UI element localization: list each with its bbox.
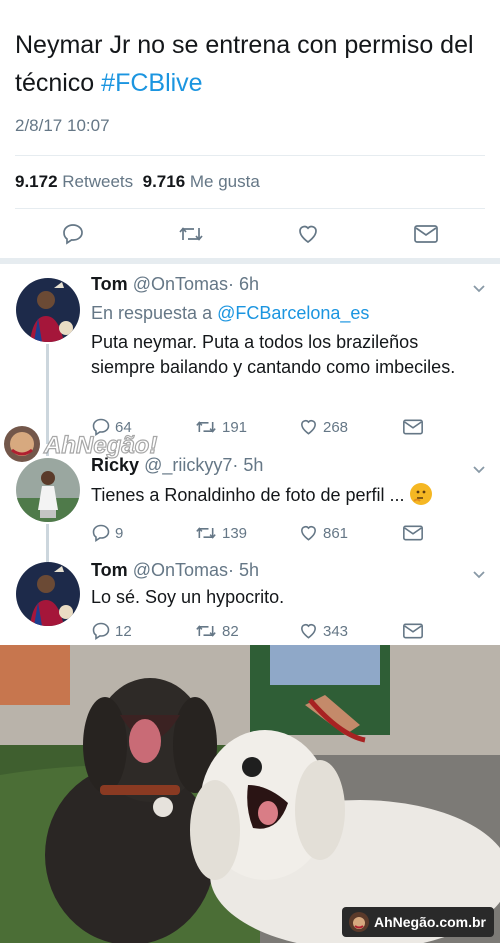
chevron-down-icon[interactable]: [472, 462, 486, 474]
retweet-button[interactable]: 82: [194, 621, 239, 641]
retweet-count: 82: [222, 622, 239, 640]
hashtag-link[interactable]: #FCBlive: [101, 69, 202, 97]
reply-count: 9: [115, 524, 124, 542]
likes-count[interactable]: 9.716: [143, 172, 186, 191]
direct-message-icon[interactable]: [413, 222, 439, 248]
retweet-icon[interactable]: [177, 222, 203, 248]
thread-line: [46, 524, 49, 552]
like-count: 861: [323, 524, 349, 542]
dm-button[interactable]: [402, 621, 424, 641]
retweet-icon: [196, 527, 216, 539]
reply-tweet: Tom @OnTomas· 5h Lo sé. Soy un hypocrito…: [0, 552, 500, 645]
mention-link[interactable]: @FCBarcelona_es: [217, 303, 369, 323]
reply-author[interactable]: Tom @OnTomas· 5h: [91, 560, 259, 581]
svg-text:AhNegão!: AhNegão!: [43, 432, 157, 459]
author-handle[interactable]: @OnTomas: [133, 560, 228, 580]
likes-label[interactable]: Me gusta: [190, 172, 260, 191]
reply-count: 12: [115, 622, 132, 640]
retweet-button[interactable]: 139: [194, 523, 247, 543]
like-button[interactable]: 343: [298, 621, 348, 641]
reply-icon: [92, 622, 110, 640]
reply-button[interactable]: 9: [91, 523, 123, 543]
heart-icon: [301, 525, 316, 541]
reply-icon: [92, 524, 110, 542]
reply-author[interactable]: Tom @OnTomas· 6h: [91, 274, 259, 295]
tweet-stats: 9.172 Retweets 9.716 Me gusta: [15, 172, 260, 192]
reply-text: Lo sé. Soy un hypocrito.: [91, 587, 285, 607]
main-tweet: Neymar Jr no se entrena con permiso del …: [0, 0, 500, 262]
reply-button[interactable]: 12: [91, 621, 132, 641]
tweet-text-body: Neymar Jr no se entrena con permiso del …: [15, 31, 474, 97]
in-reply-prefix: En respuesta a: [91, 303, 218, 323]
avatar[interactable]: [16, 278, 80, 342]
reply-time: · 6h: [228, 274, 260, 294]
dm-button[interactable]: [402, 417, 424, 437]
reply-actions: 9 139 861: [91, 523, 431, 545]
author-handle[interactable]: @OnTomas: [133, 274, 228, 294]
retweets-count[interactable]: 9.172: [15, 172, 58, 191]
heart-icon: [301, 419, 316, 435]
like-button[interactable]: 268: [298, 417, 348, 437]
reply-time: · 5h: [232, 455, 264, 475]
chevron-down-icon[interactable]: [472, 281, 486, 293]
tweet-timestamp: 2/8/17 10:07: [15, 116, 110, 135]
thinking-face-emoji: [409, 483, 432, 505]
divider: [15, 208, 485, 209]
retweet-button[interactable]: 191: [194, 417, 247, 437]
like-count: 343: [323, 622, 349, 640]
heart-icon[interactable]: [296, 222, 322, 248]
reply-text-body: Tienes a Ronaldinho de foto de perfil ..…: [91, 485, 405, 505]
watermark-logo: AhNegão!: [0, 420, 170, 468]
reply-text: Puta neymar. Puta a todos los brazileños…: [91, 332, 456, 377]
avatar[interactable]: [16, 562, 80, 626]
dogs-photo: [0, 645, 500, 943]
tweet-actions: [0, 222, 500, 252]
retweets-label[interactable]: Retweets: [62, 172, 133, 191]
author-name[interactable]: Tom: [91, 274, 128, 294]
retweet-count: 191: [222, 418, 248, 436]
dm-button[interactable]: [402, 523, 424, 543]
like-button[interactable]: 861: [298, 523, 348, 543]
chevron-down-icon[interactable]: [472, 567, 486, 579]
reply-text: Tienes a Ronaldinho de foto de perfil ..…: [91, 483, 481, 508]
direct-message-icon: [403, 623, 423, 639]
direct-message-icon: [403, 419, 423, 435]
reply-icon[interactable]: [61, 222, 87, 248]
author-name[interactable]: Tom: [91, 560, 128, 580]
like-count: 268: [323, 418, 349, 436]
reply-actions: 12 82 343: [91, 621, 431, 643]
tweet-text: Neymar Jr no se entrena con permiso del …: [15, 26, 485, 102]
reply-tweet: Tom @OnTomas· 6h En respuesta a @FCBarce…: [0, 264, 500, 444]
mascot-icon: [348, 912, 369, 932]
thread-line: [46, 552, 49, 562]
retweet-count: 139: [222, 524, 248, 542]
direct-message-icon: [403, 525, 423, 541]
divider: [15, 155, 485, 156]
reply-time: · 5h: [228, 560, 260, 580]
footer-watermark: AhNegão.com.br: [341, 907, 494, 937]
in-reply-to: En respuesta a @FCBarcelona_es: [91, 303, 369, 324]
retweet-icon: [196, 625, 216, 637]
retweet-icon: [196, 421, 216, 433]
footer-watermark-text: AhNegão.com.br: [373, 914, 486, 930]
heart-icon: [301, 623, 316, 639]
